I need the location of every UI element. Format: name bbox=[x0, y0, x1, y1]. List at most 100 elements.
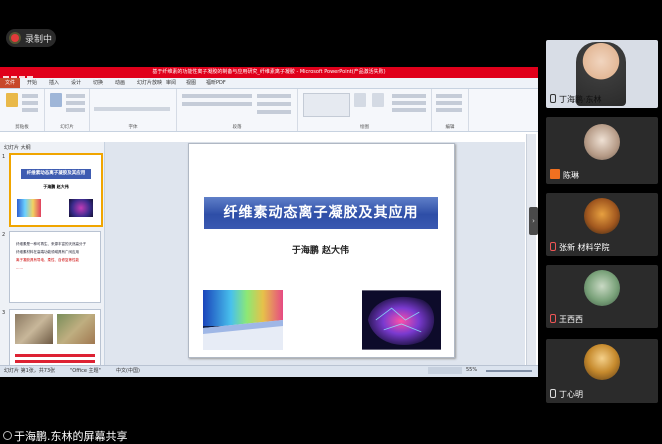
slide-thumbnail-3[interactable] bbox=[9, 309, 101, 373]
zoom-level[interactable]: 55% bbox=[466, 367, 477, 373]
participant-tile[interactable]: 张新 材料学院 bbox=[546, 193, 658, 256]
copy-button[interactable] bbox=[22, 101, 38, 105]
avatar bbox=[584, 270, 620, 306]
thumb-line: 纤维素材料在高端功能领域具有广阔应用 bbox=[16, 250, 79, 254]
find-button[interactable] bbox=[436, 94, 462, 98]
slide-thumbnail-pane[interactable]: 幻灯片 大纲 1 纤维素动态离子凝胶及其应用 于海鹏 赵大伟 2 纤维素是一种可… bbox=[0, 142, 105, 377]
group-label: 字体 bbox=[128, 125, 138, 130]
slide-thumbnail-1[interactable]: 纤维素动态离子凝胶及其应用 于海鹏 赵大伟 bbox=[9, 153, 103, 227]
reset-button[interactable] bbox=[66, 101, 85, 105]
align-text-button[interactable] bbox=[257, 102, 291, 106]
ppt-title-bar: 基于纤维素的功能性离子凝胶的制备与应用研究_纤维素离子凝胶 - Microsof… bbox=[0, 67, 538, 78]
avatar bbox=[584, 124, 620, 160]
thumb-line: 纤维素是一种可再生、来源丰富的天然高分子 bbox=[16, 242, 86, 246]
cut-button[interactable] bbox=[22, 94, 38, 98]
thumb-title: 纤维素动态离子凝胶及其应用 bbox=[26, 171, 86, 176]
layout-button[interactable] bbox=[66, 94, 85, 98]
screen-share-icon bbox=[3, 431, 12, 440]
thumb-line: 离子凝胶具有导电、柔性、自修复等性能 bbox=[16, 258, 79, 262]
thumb-authors: 于海鹏 赵大伟 bbox=[43, 184, 69, 189]
tab-slideshow[interactable]: 幻灯片放映 bbox=[137, 79, 162, 86]
tab-insert[interactable]: 插入 bbox=[49, 79, 59, 86]
slide-authors[interactable]: 于海鹏 赵大伟 bbox=[188, 243, 453, 256]
align-buttons[interactable] bbox=[182, 102, 252, 106]
tab-home[interactable]: 开始 bbox=[27, 79, 37, 86]
ribbon: 剪贴板 幻灯片 字体 段落 绘图 编辑 bbox=[0, 89, 538, 132]
group-label: 幻灯片 bbox=[60, 125, 74, 130]
quick-styles-icon[interactable] bbox=[372, 93, 384, 107]
font-format-buttons[interactable] bbox=[94, 107, 170, 111]
avatar bbox=[584, 198, 620, 234]
slide-thumbnail-2[interactable]: 纤维素是一种可再生、来源丰富的天然高分子 纤维素材料在高端功能领域具有广阔应用 … bbox=[9, 231, 101, 303]
new-slide-icon[interactable] bbox=[50, 93, 62, 107]
zoom-slider[interactable] bbox=[486, 370, 532, 372]
tab-review[interactable]: 审阅 bbox=[166, 79, 176, 86]
status-bar: 幻灯片 第1张，共73张 "Office 主题" 中文(中国) 55% bbox=[0, 365, 538, 377]
panel-tabs[interactable]: 幻灯片 大纲 bbox=[4, 144, 31, 151]
recording-indicator[interactable]: 录制中 bbox=[6, 29, 56, 47]
mic-icon bbox=[550, 94, 556, 103]
shape-fill-button[interactable] bbox=[392, 94, 426, 98]
thumb-image bbox=[57, 314, 95, 344]
thumb-text: 纤维素是一种可再生、来源丰富的天然高分子 纤维素材料在高端功能领域具有广阔应用 … bbox=[16, 240, 86, 272]
replace-button[interactable] bbox=[436, 101, 462, 105]
participant-name: 王西西 bbox=[550, 314, 583, 325]
participant-name: 丁心明 bbox=[550, 389, 583, 400]
participant-tile[interactable]: 丁海鹏·东林 bbox=[546, 40, 658, 108]
group-clipboard: 剪贴板 bbox=[0, 89, 45, 131]
shapes-gallery[interactable] bbox=[303, 93, 350, 117]
group-slides: 幻灯片 bbox=[45, 89, 90, 131]
ribbon-tabs: 开始 插入 设计 切换 动画 幻灯片放映 审阅 视图 福昕PDF bbox=[0, 78, 538, 89]
vertical-scrollbar[interactable] bbox=[526, 134, 536, 366]
quick-access-toolbar[interactable] bbox=[2, 68, 48, 82]
group-label: 剪贴板 bbox=[15, 125, 29, 130]
mic-muted-icon bbox=[550, 242, 556, 251]
arrange-icon[interactable] bbox=[354, 93, 366, 107]
tab-animations[interactable]: 动画 bbox=[115, 79, 125, 86]
participant-name: 丁海鹏·东林 bbox=[550, 94, 602, 105]
tab-view[interactable]: 视图 bbox=[186, 79, 196, 86]
view-buttons[interactable] bbox=[428, 367, 462, 374]
group-label: 编辑 bbox=[445, 125, 455, 130]
format-painter-button[interactable] bbox=[22, 108, 38, 112]
slide-number: 3 bbox=[2, 310, 6, 316]
tab-transitions[interactable]: 切换 bbox=[93, 79, 103, 86]
thumb-image bbox=[69, 199, 93, 217]
mic-icon bbox=[550, 169, 560, 179]
shape-outline-button[interactable] bbox=[392, 101, 426, 105]
group-paragraph: 段落 bbox=[177, 89, 298, 131]
participant-name: 陈琳 bbox=[550, 169, 579, 181]
slide-number: 1 bbox=[2, 154, 6, 160]
slide-title[interactable]: 纤维素动态离子凝胶及其应用 bbox=[204, 202, 438, 222]
paste-icon[interactable] bbox=[6, 93, 18, 107]
slide-number: 2 bbox=[2, 232, 6, 238]
slide-image-right bbox=[362, 290, 441, 350]
tab-foxit-pdf[interactable]: 福昕PDF bbox=[206, 79, 226, 86]
theme-name: "Office 主题" bbox=[70, 368, 101, 374]
section-button[interactable] bbox=[66, 108, 85, 112]
record-icon bbox=[11, 34, 19, 42]
ppt-window-title: 基于纤维素的功能性离子凝胶的制备与应用研究_纤维素离子凝胶 - Microsof… bbox=[152, 69, 386, 75]
select-button[interactable] bbox=[436, 108, 462, 112]
collapse-sidebar-button[interactable]: › bbox=[529, 207, 538, 235]
participant-name: 张新 材料学院 bbox=[550, 242, 610, 253]
group-font: 字体 bbox=[90, 89, 177, 131]
participant-tile[interactable]: 王西西 bbox=[546, 265, 658, 328]
screen-share-label: 于海鹏.东林的屏幕共享 bbox=[14, 430, 128, 443]
recording-label: 录制中 bbox=[25, 35, 53, 45]
list-buttons[interactable] bbox=[182, 94, 252, 98]
text-direction-button[interactable] bbox=[257, 94, 291, 98]
group-label: 绘图 bbox=[360, 125, 369, 130]
file-tab[interactable]: 文件 bbox=[0, 78, 20, 88]
slide-image-left bbox=[203, 290, 283, 350]
participant-tile[interactable]: 陈琳 bbox=[546, 117, 658, 184]
tab-design[interactable]: 设计 bbox=[71, 79, 81, 86]
mic-icon bbox=[550, 389, 556, 398]
language: 中文(中国) bbox=[116, 368, 140, 374]
participant-tile[interactable]: 丁心明 bbox=[546, 339, 658, 403]
smartart-button[interactable] bbox=[257, 110, 291, 114]
avatar bbox=[584, 344, 620, 380]
shape-effects-button[interactable] bbox=[392, 108, 426, 112]
screen-share-banner: 于海鹏.东林的屏幕共享 bbox=[0, 426, 200, 443]
thumb-image bbox=[15, 314, 53, 344]
